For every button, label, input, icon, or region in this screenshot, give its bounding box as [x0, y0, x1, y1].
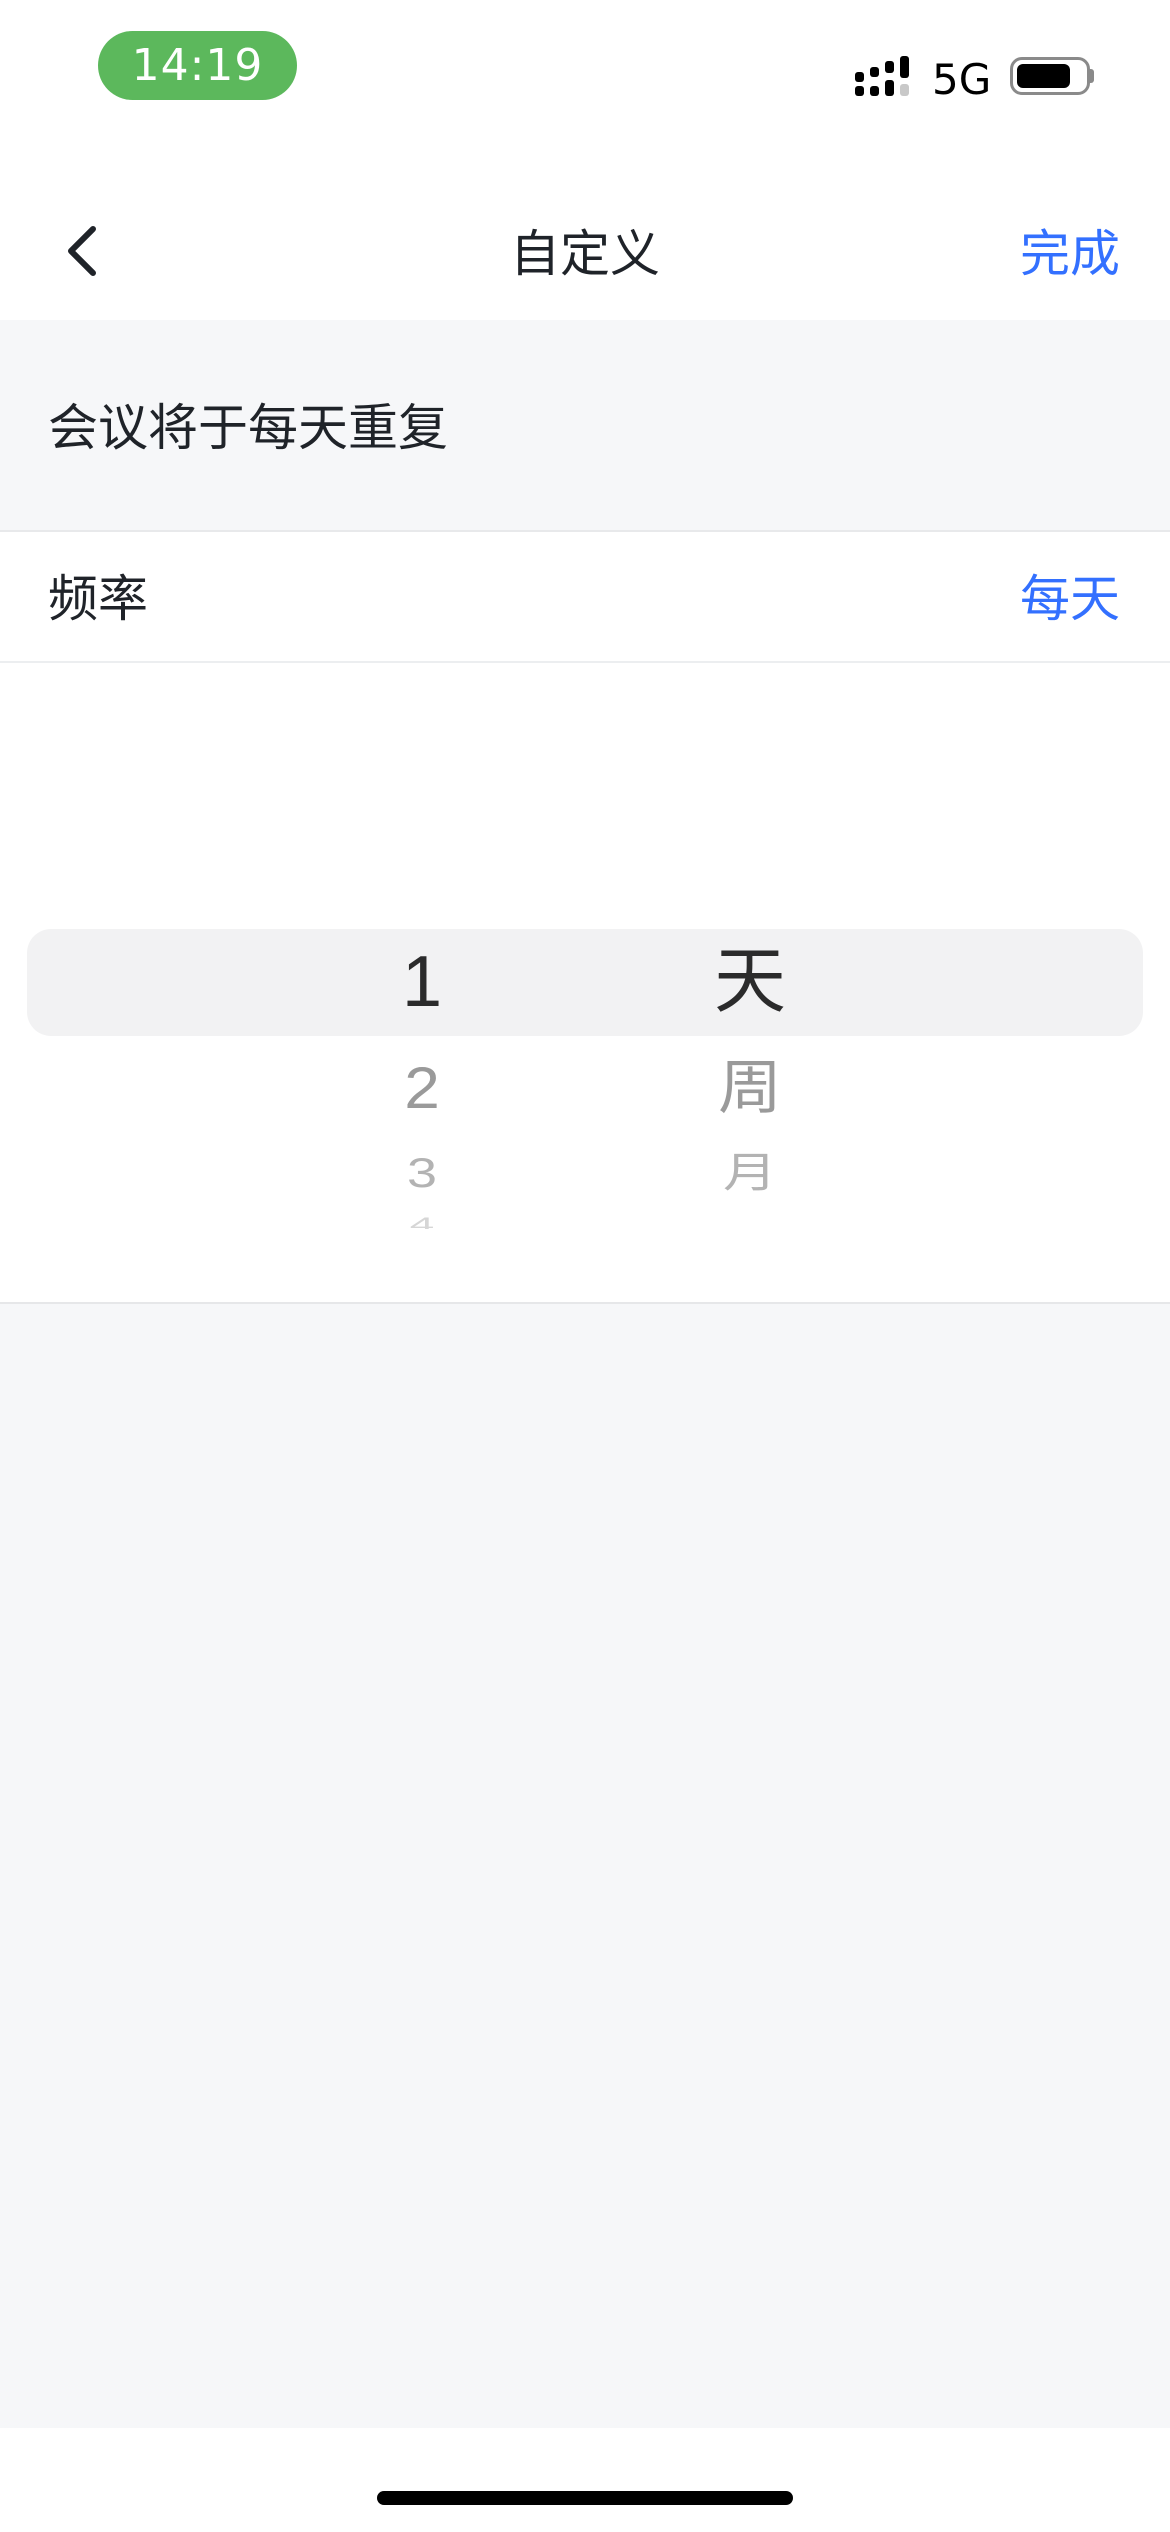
picker-number-option[interactable]: 4: [322, 1211, 522, 1229]
home-indicator-area: [0, 2428, 1170, 2532]
picker-unit-option[interactable]: 月: [650, 1142, 850, 1204]
home-indicator[interactable]: [377, 2491, 793, 2505]
divider: [0, 1302, 1170, 1304]
status-time: 14:19: [98, 31, 297, 100]
picker-unit-option[interactable]: 天: [650, 929, 850, 1036]
picker-number-option[interactable]: 2: [322, 1042, 522, 1134]
picker-number-option[interactable]: 1: [322, 929, 522, 1036]
frequency-label: 频率: [48, 570, 148, 628]
repeat-summary: 会议将于每天重复: [48, 399, 448, 457]
picker-selection-highlight: [27, 929, 1143, 1036]
picker-unit-option[interactable]: 周: [650, 1042, 850, 1134]
frequency-row[interactable]: [0, 532, 1170, 662]
battery-icon: [1010, 57, 1090, 95]
battery-cap: [1090, 69, 1094, 83]
network-type: 5G: [932, 55, 992, 104]
done-button[interactable]: 完成: [1020, 218, 1120, 290]
frequency-value[interactable]: 每天: [1020, 563, 1120, 635]
picker-number-option[interactable]: 3: [322, 1142, 522, 1204]
battery-level-fill: [1017, 64, 1070, 88]
page-title: 自定义: [510, 225, 660, 283]
cellular-signal-icon: [855, 56, 915, 98]
